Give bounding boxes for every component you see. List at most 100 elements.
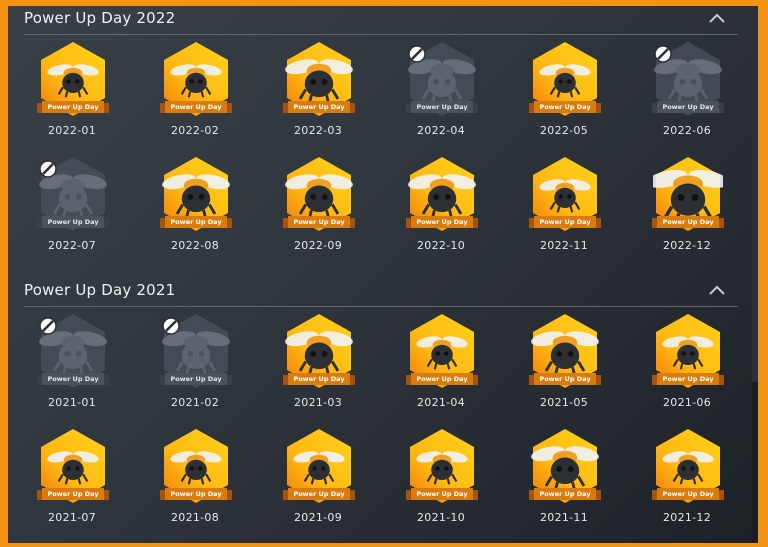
ribbon-label: Power Up Day — [411, 101, 473, 113]
section-title: Power Up Day 2021 — [24, 281, 176, 299]
ribbon-label: Power Up Day — [657, 373, 719, 385]
badge-label: 2021-01 — [47, 396, 97, 409]
badge-label: 2021-10 — [416, 511, 466, 524]
ribbon-label: Power Up Day — [165, 101, 227, 113]
badge-label: 2022-06 — [662, 124, 712, 137]
ribbon: Power Up Day — [283, 216, 355, 228]
ribbon: Power Up Day — [529, 373, 601, 385]
ribbon-label: Power Up Day — [165, 488, 227, 500]
badge-label: 2021-09 — [293, 511, 343, 524]
locked-icon — [162, 317, 180, 335]
badge-2022-04[interactable]: Power Up Day 2022-04 — [391, 40, 491, 150]
badge-2022-12[interactable]: Power Up Day 2022-12 — [637, 155, 737, 265]
ribbon: Power Up Day — [283, 101, 355, 113]
ribbon-label: Power Up Day — [657, 216, 719, 228]
ribbon: Power Up Day — [37, 216, 109, 228]
ribbon-label: Power Up Day — [411, 216, 473, 228]
badge-2021-07[interactable]: Power Up Day 2021-07 — [22, 427, 122, 537]
chevron-up-icon[interactable] — [708, 11, 726, 25]
section-title: Power Up Day 2022 — [24, 9, 176, 27]
section-header-2021[interactable]: Power Up Day 2021 — [8, 281, 744, 309]
badge-label: 2022-01 — [47, 124, 97, 137]
badge-label: 2022-08 — [170, 239, 220, 252]
badge-2022-10[interactable]: Power Up Day 2022-10 — [391, 155, 491, 265]
ribbon: Power Up Day — [652, 216, 724, 228]
badge-2022-09[interactable]: Power Up Day 2022-09 — [268, 155, 368, 265]
badge-2022-01[interactable]: Power Up Day 2022-01 — [22, 40, 122, 150]
locked-icon — [654, 45, 672, 63]
chevron-up-icon[interactable] — [708, 283, 726, 297]
badge-2021-03[interactable]: Power Up Day 2021-03 — [268, 312, 368, 422]
ribbon-label: Power Up Day — [288, 488, 350, 500]
locked-icon — [408, 45, 426, 63]
badge-2021-01[interactable]: Power Up Day 2021-01 — [22, 312, 122, 422]
ribbon: Power Up Day — [652, 488, 724, 500]
ribbon: Power Up Day — [160, 373, 232, 385]
ribbon: Power Up Day — [652, 373, 724, 385]
badge-2022-11[interactable]: Power Up Day 2022-11 — [514, 155, 614, 265]
badge-label: 2022-04 — [416, 124, 466, 137]
scrollbar[interactable] — [752, 6, 758, 543]
badge-2021-11[interactable]: Power Up Day 2021-11 — [514, 427, 614, 537]
ribbon-label: Power Up Day — [534, 488, 596, 500]
scrollbar-thumb[interactable] — [752, 6, 758, 382]
ribbon-label: Power Up Day — [534, 101, 596, 113]
ribbon: Power Up Day — [529, 216, 601, 228]
ribbon-label: Power Up Day — [42, 488, 104, 500]
divider — [24, 306, 738, 307]
badge-label: 2022-11 — [539, 239, 589, 252]
ribbon-label: Power Up Day — [165, 216, 227, 228]
ribbon: Power Up Day — [283, 488, 355, 500]
ribbon-label: Power Up Day — [411, 488, 473, 500]
ribbon-label: Power Up Day — [534, 216, 596, 228]
badge-2021-06[interactable]: Power Up Day 2021-06 — [637, 312, 737, 422]
badge-2022-08[interactable]: Power Up Day 2022-08 — [145, 155, 245, 265]
badge-2021-10[interactable]: Power Up Day 2021-10 — [391, 427, 491, 537]
ribbon: Power Up Day — [529, 101, 601, 113]
divider — [24, 34, 738, 35]
ribbon: Power Up Day — [406, 488, 478, 500]
badge-label: 2022-05 — [539, 124, 589, 137]
section-header-2022[interactable]: Power Up Day 2022 — [8, 9, 744, 37]
locked-icon — [39, 317, 57, 335]
badge-2022-02[interactable]: Power Up Day 2022-02 — [145, 40, 245, 150]
badge-2021-12[interactable]: Power Up Day 2021-12 — [637, 427, 737, 537]
badge-label: 2022-03 — [293, 124, 343, 137]
badge-label: 2021-12 — [662, 511, 712, 524]
badge-2022-06[interactable]: Power Up Day 2022-06 — [637, 40, 737, 150]
ribbon: Power Up Day — [652, 101, 724, 113]
badge-label: 2021-11 — [539, 511, 589, 524]
badge-2021-04[interactable]: Power Up Day 2021-04 — [391, 312, 491, 422]
ribbon: Power Up Day — [406, 216, 478, 228]
badge-2022-07[interactable]: Power Up Day 2022-07 — [22, 155, 122, 265]
badge-2022-03[interactable]: Power Up Day 2022-03 — [268, 40, 368, 150]
ribbon: Power Up Day — [160, 101, 232, 113]
badge-2021-02[interactable]: Power Up Day 2021-02 — [145, 312, 245, 422]
badge-2021-08[interactable]: Power Up Day 2021-08 — [145, 427, 245, 537]
ribbon-label: Power Up Day — [42, 216, 104, 228]
badge-2022-05[interactable]: Power Up Day 2022-05 — [514, 40, 614, 150]
badge-label: 2021-08 — [170, 511, 220, 524]
ribbon-label: Power Up Day — [165, 373, 227, 385]
badge-label: 2022-02 — [170, 124, 220, 137]
ribbon-label: Power Up Day — [534, 373, 596, 385]
ribbon: Power Up Day — [37, 373, 109, 385]
ribbon: Power Up Day — [37, 101, 109, 113]
badge-label: 2022-10 — [416, 239, 466, 252]
ribbon-label: Power Up Day — [42, 101, 104, 113]
badge-label: 2021-03 — [293, 396, 343, 409]
locked-icon — [39, 160, 57, 178]
badge-label: 2021-04 — [416, 396, 466, 409]
ribbon-label: Power Up Day — [42, 373, 104, 385]
badge-2021-05[interactable]: Power Up Day 2021-05 — [514, 312, 614, 422]
badge-2021-09[interactable]: Power Up Day 2021-09 — [268, 427, 368, 537]
badge-label: 2021-06 — [662, 396, 712, 409]
ribbon-label: Power Up Day — [411, 373, 473, 385]
ribbon-label: Power Up Day — [657, 488, 719, 500]
badge-label: 2021-02 — [170, 396, 220, 409]
ribbon: Power Up Day — [37, 488, 109, 500]
ribbon: Power Up Day — [529, 488, 601, 500]
ribbon: Power Up Day — [406, 101, 478, 113]
ribbon-label: Power Up Day — [288, 216, 350, 228]
ribbon: Power Up Day — [283, 373, 355, 385]
